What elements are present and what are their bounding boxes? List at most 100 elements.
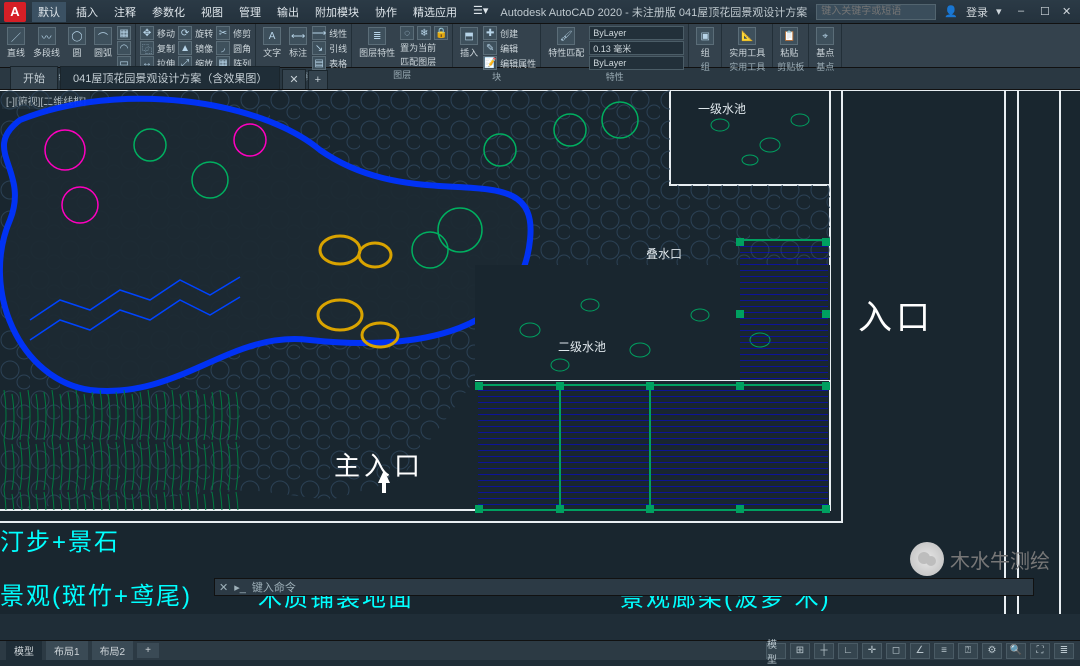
menu-output[interactable]: 输出 <box>271 2 305 22</box>
ellipse-icon[interactable]: ◠ <box>117 41 131 55</box>
layer-color-select[interactable] <box>589 26 684 40</box>
status-osnap-icon[interactable]: ◻ <box>886 643 906 659</box>
tool-polyline[interactable]: 〰多段线 <box>30 26 63 60</box>
tool-arc[interactable]: ⌒圆弧 <box>91 26 115 60</box>
minimize-icon[interactable]: – <box>1018 5 1032 19</box>
label-pool2: 二级水池 <box>558 338 606 355</box>
doctab-new-icon[interactable]: ✕ <box>282 69 305 89</box>
lineweight-select[interactable] <box>589 41 684 55</box>
menu-param[interactable]: 参数化 <box>146 2 191 22</box>
status-anno-icon[interactable]: ⍰ <box>958 643 978 659</box>
doctab-add-icon[interactable]: + <box>308 70 328 89</box>
status-customize-icon[interactable]: ≣ <box>1054 643 1074 659</box>
tool-insert[interactable]: ⬒插入 <box>457 26 481 60</box>
status-fullscreen-icon[interactable]: ⛶ <box>1030 643 1050 659</box>
layer-setcurrent[interactable]: 置为当前 <box>400 41 436 54</box>
menu-addin[interactable]: 附加模块 <box>309 2 365 22</box>
linear-icon[interactable]: ⟶ <box>312 26 326 40</box>
layout-2[interactable]: 布局2 <box>92 641 134 660</box>
signin-label[interactable]: 登录 <box>966 4 988 20</box>
doctab-start[interactable]: 开始 <box>10 66 58 89</box>
tool-matchprop[interactable]: 🖌特性匹配 <box>545 26 587 60</box>
maximize-icon[interactable]: ☐ <box>1040 5 1054 19</box>
label-pool1: 一级水池 <box>698 100 746 117</box>
tool-dimension[interactable]: ⟷标注 <box>286 26 310 60</box>
panel-utils: 📐实用工具 实用工具 <box>722 24 773 67</box>
tool-base[interactable]: ⌖基点 <box>813 26 837 60</box>
tool-measure[interactable]: 📐实用工具 <box>726 26 768 60</box>
circle-icon: ◯ <box>68 27 86 45</box>
menu-insert[interactable]: 插入 <box>70 2 104 22</box>
text-icon: A <box>263 27 281 45</box>
watermark: 木水牛测绘 <box>910 542 1050 576</box>
tool-group[interactable]: ▣组 <box>693 26 717 60</box>
cmd-close-icon[interactable]: ✕ <box>219 581 228 594</box>
clipboard-icon: 📋 <box>780 27 798 45</box>
quick-access-toolbar: 默认 插入 注释 参数化 视图 管理 输出 附加模块 协作 精选应用 ☰▾ <box>32 2 494 22</box>
status-polar-icon[interactable]: ✛ <box>862 643 882 659</box>
tool-text[interactable]: A文字 <box>260 26 284 60</box>
menu-default[interactable]: 默认 <box>32 2 66 22</box>
insert-icon: ⬒ <box>460 27 478 45</box>
layout-model[interactable]: 模型 <box>6 641 42 660</box>
doctab-file[interactable]: 041屋顶花园景观设计方案（含效果图） <box>60 66 280 89</box>
statusbar: 模型 布局1 布局2 + 模型 ⊞ ┼ ∟ ✛ ◻ ∠ ≡ ⍰ ⚙ 🔍 ⛶ ≣ <box>0 640 1080 660</box>
status-gear-icon[interactable]: ⚙ <box>982 643 1002 659</box>
menu-overflow-icon[interactable]: ☰▾ <box>467 2 494 22</box>
layout-add-icon[interactable]: + <box>137 643 159 658</box>
status-track-icon[interactable]: ∠ <box>910 643 930 659</box>
search-input[interactable] <box>816 4 936 20</box>
drawing-svg <box>0 90 1080 614</box>
app-logo[interactable]: A <box>4 2 26 22</box>
create-icon[interactable]: ✚ <box>483 26 497 40</box>
polyline-icon: 〰 <box>38 27 56 45</box>
status-lw-icon[interactable]: ≡ <box>934 643 954 659</box>
status-snap-icon[interactable]: ┼ <box>814 643 834 659</box>
help-icon[interactable]: ▾ <box>996 5 1010 19</box>
edit-icon[interactable]: ✎ <box>483 41 497 55</box>
menu-featured[interactable]: 精选应用 <box>407 2 463 22</box>
status-model-icon[interactable]: 模型 <box>766 643 786 659</box>
hatch-icon[interactable]: ▦ <box>117 26 131 40</box>
tool-layerprops[interactable]: ≣图层特性 <box>356 26 398 60</box>
label-entry: 入口 <box>858 290 934 339</box>
panel-properties-title: 特性 <box>545 70 684 84</box>
status-zoom-icon[interactable]: 🔍 <box>1006 643 1026 659</box>
status-ortho-icon[interactable]: ∟ <box>838 643 858 659</box>
signin-icon[interactable]: 👤 <box>944 5 958 18</box>
menu-view[interactable]: 视图 <box>195 2 229 22</box>
menu-collab[interactable]: 协作 <box>369 2 403 22</box>
command-line[interactable]: ✕ ▸_ 键入命令 <box>214 578 1034 596</box>
panel-block-title: 块 <box>457 70 536 84</box>
layer-lock-icon[interactable]: 🔒 <box>434 26 448 40</box>
linetype-select[interactable] <box>589 56 684 70</box>
tool-circle[interactable]: ◯圆 <box>65 26 89 60</box>
panel-annotation: A文字 ⟷标注 ⟶线性 ↘引线 ▤表格 注释 <box>256 24 352 67</box>
panel-layers: ≣图层特性 ◌❄🔒 置为当前 匹配图层 图层 <box>352 24 453 67</box>
layout-1[interactable]: 布局1 <box>46 641 88 660</box>
menu-manage[interactable]: 管理 <box>233 2 267 22</box>
copy-icon[interactable]: ⿻ <box>140 41 154 55</box>
mirror-icon[interactable]: ▲ <box>178 41 192 55</box>
table-icon[interactable]: ▤ <box>312 56 326 70</box>
layer-match[interactable]: 匹配图层 <box>400 55 436 68</box>
tool-line[interactable]: ／直线 <box>4 26 28 60</box>
panel-base-title: 基点 <box>813 60 837 74</box>
move-label[interactable]: 移动 <box>157 27 175 40</box>
layer-freeze-icon[interactable]: ❄ <box>417 26 431 40</box>
attr-icon[interactable]: 📝 <box>483 56 497 70</box>
close-icon[interactable]: ✕ <box>1062 5 1076 19</box>
status-grid-icon[interactable]: ⊞ <box>790 643 810 659</box>
label-bamboo: 景观(斑竹+鸢尾) <box>0 576 192 611</box>
line-icon: ／ <box>7 27 25 45</box>
trim-icon[interactable]: ✂ <box>216 26 230 40</box>
document-tabs: 开始 041屋顶花园景观设计方案（含效果图） ✕ + <box>0 68 1080 90</box>
rotate-icon[interactable]: ⟳ <box>178 26 192 40</box>
layer-on-icon[interactable]: ◌ <box>400 26 414 40</box>
tool-paste[interactable]: 📋粘贴 <box>777 26 801 60</box>
drawing-canvas[interactable]: [-][俯视][二维线框] <box>0 90 1080 614</box>
move-icon[interactable]: ✥ <box>140 26 154 40</box>
fillet-icon[interactable]: ◞ <box>216 41 230 55</box>
leader-icon[interactable]: ↘ <box>312 41 326 55</box>
menu-annotate[interactable]: 注释 <box>108 2 142 22</box>
